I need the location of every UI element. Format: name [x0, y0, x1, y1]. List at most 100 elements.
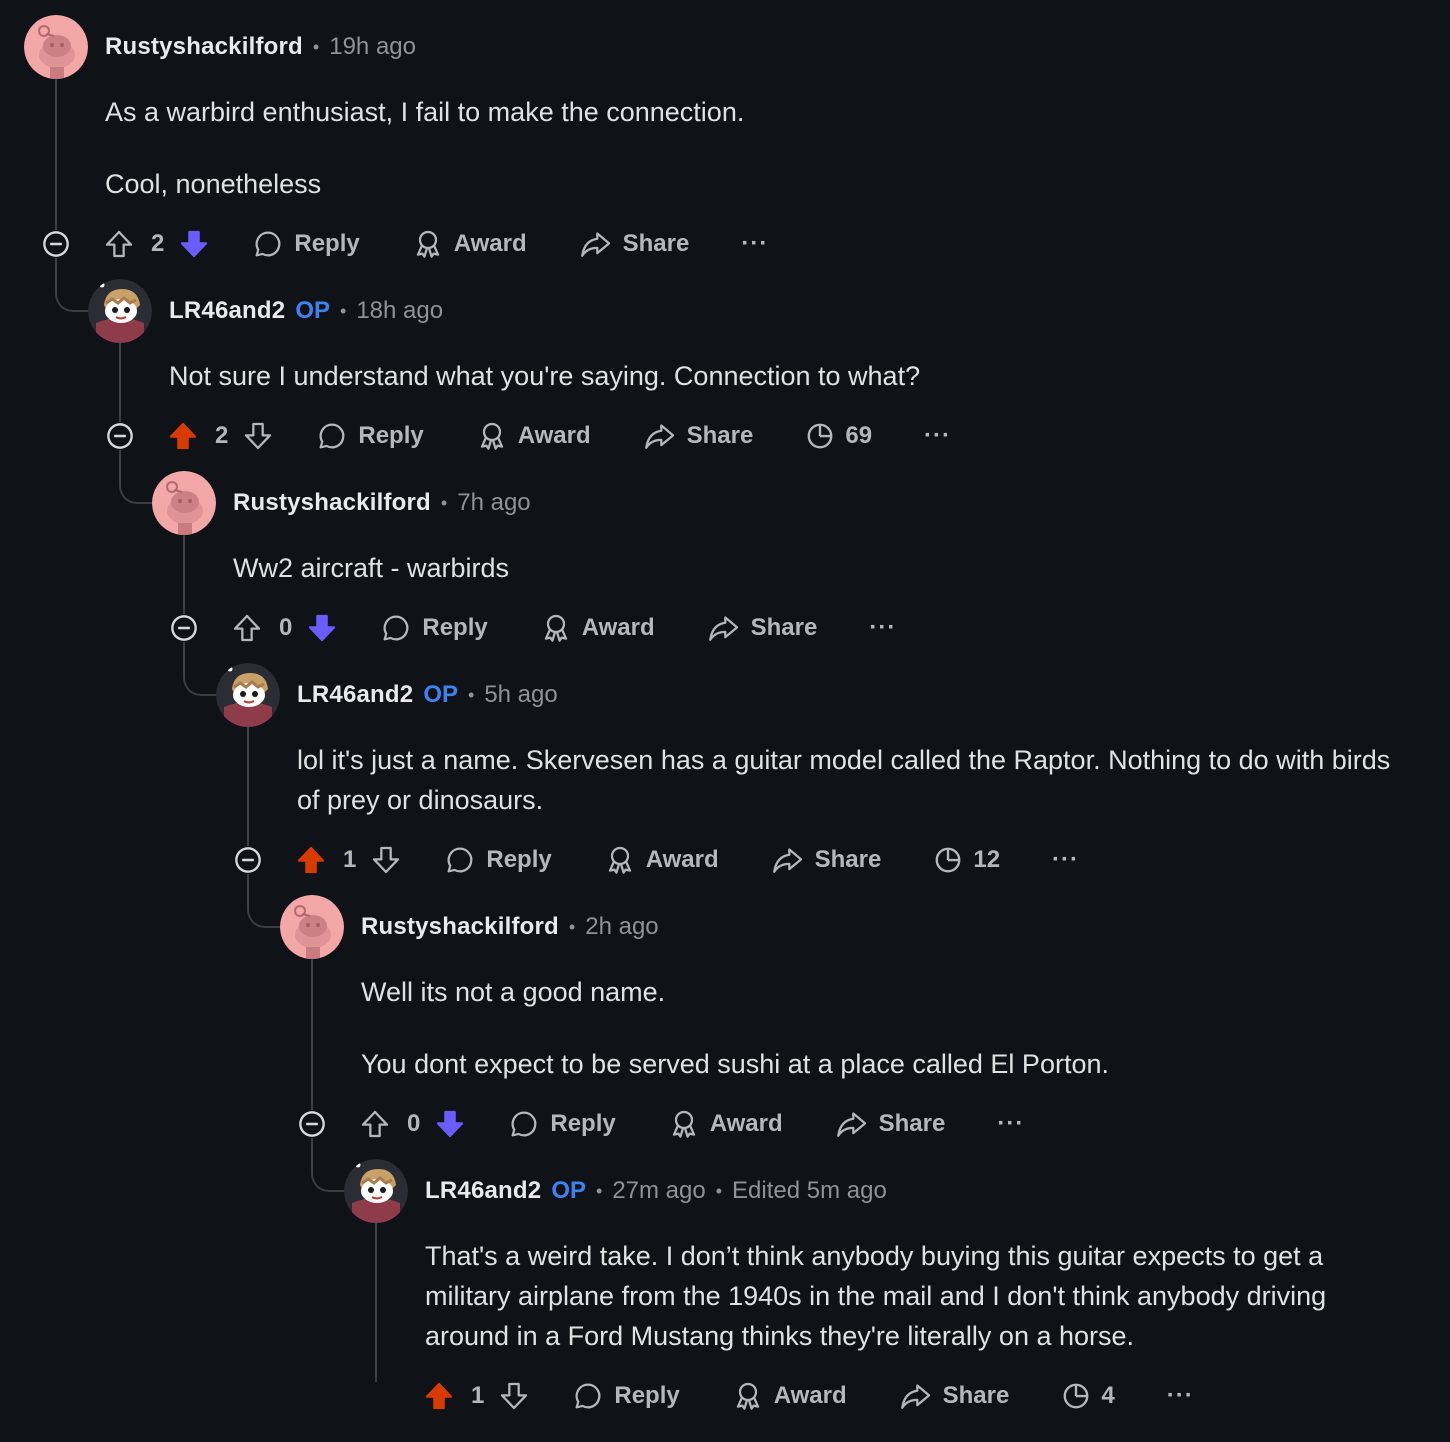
- award-button[interactable]: Award: [668, 1108, 783, 1140]
- arrow-down-icon[interactable]: [434, 1108, 466, 1140]
- reply-button[interactable]: Reply: [508, 1108, 616, 1140]
- collapse-icon[interactable]: [106, 422, 134, 450]
- user-avatar[interactable]: [216, 663, 280, 727]
- vote-score: 1: [471, 1382, 485, 1409]
- op-badge: OP: [295, 297, 330, 324]
- views-button[interactable]: 12: [933, 845, 1000, 875]
- award-button[interactable]: Award: [412, 228, 527, 260]
- speech-bubble-icon: [316, 420, 348, 452]
- separator-dot: •: [715, 1180, 723, 1201]
- share-label: Share: [878, 1110, 946, 1137]
- reply-button[interactable]: Reply: [444, 844, 552, 876]
- share-button[interactable]: Share: [707, 612, 818, 644]
- arrow-down-icon[interactable]: [178, 228, 210, 260]
- author-name[interactable]: Rustyshackilford: [361, 913, 559, 941]
- op-badge: OP: [551, 1177, 586, 1204]
- arrow-up-icon[interactable]: [423, 1380, 455, 1412]
- reply-label: Reply: [422, 614, 488, 641]
- timestamp[interactable]: 2h ago: [585, 913, 658, 941]
- thread-connector: [55, 258, 91, 312]
- share-button[interactable]: Share: [771, 844, 882, 876]
- arrow-up-icon[interactable]: [359, 1108, 391, 1140]
- author-name[interactable]: LR46and2: [169, 297, 285, 325]
- user-avatar[interactable]: [88, 279, 152, 343]
- separator-dot: •: [568, 916, 576, 937]
- more-options-button[interactable]: ···: [741, 230, 768, 258]
- more-options-button[interactable]: ···: [1167, 1382, 1194, 1410]
- share-arrow-icon: [771, 844, 805, 876]
- comment-actions: 2 Reply Award Share ···: [103, 224, 768, 264]
- collapse-icon[interactable]: [234, 846, 262, 874]
- comment-body: Not sure I understand what you're saying…: [169, 356, 1410, 396]
- award-ribbon-icon: [540, 612, 572, 644]
- views-count: 4: [1101, 1382, 1115, 1409]
- arrow-down-icon[interactable]: [306, 612, 338, 644]
- award-button[interactable]: Award: [540, 612, 655, 644]
- arrow-down-icon[interactable]: [242, 420, 274, 452]
- ellipsis-icon: ···: [1052, 846, 1080, 873]
- award-button[interactable]: Award: [604, 844, 719, 876]
- share-arrow-icon: [643, 420, 677, 452]
- more-options-button[interactable]: ···: [869, 614, 896, 642]
- award-ribbon-icon: [476, 420, 508, 452]
- collapse-icon[interactable]: [298, 1110, 326, 1138]
- award-ribbon-icon: [668, 1108, 700, 1140]
- timestamp[interactable]: 18h ago: [356, 297, 443, 325]
- share-arrow-icon: [579, 228, 613, 260]
- user-avatar[interactable]: [152, 471, 216, 535]
- share-label: Share: [750, 614, 818, 641]
- more-options-button[interactable]: ···: [997, 1110, 1024, 1138]
- ellipsis-icon: ···: [924, 422, 952, 449]
- award-button[interactable]: Award: [476, 420, 591, 452]
- vote-score: 0: [407, 1110, 421, 1137]
- share-button[interactable]: Share: [643, 420, 754, 452]
- share-label: Share: [686, 422, 754, 449]
- award-ribbon-icon: [412, 228, 444, 260]
- user-avatar[interactable]: [344, 1159, 408, 1223]
- share-button[interactable]: Share: [579, 228, 689, 260]
- comment-actions: 0 Reply Award Share ···: [231, 608, 896, 648]
- speech-bubble-icon: [252, 228, 284, 260]
- timestamp[interactable]: 5h ago: [484, 681, 557, 709]
- views-button[interactable]: 69: [805, 421, 872, 451]
- author-name[interactable]: Rustyshackilford: [233, 489, 431, 517]
- timestamp[interactable]: 7h ago: [457, 489, 530, 517]
- edited-label: Edited 5m ago: [732, 1177, 887, 1204]
- author-name[interactable]: LR46and2: [297, 681, 413, 709]
- share-label: Share: [814, 846, 882, 873]
- reply-button[interactable]: Reply: [380, 612, 488, 644]
- separator-dot: •: [340, 300, 347, 321]
- author-name[interactable]: LR46and2: [425, 1177, 541, 1205]
- comment-paragraph: Well its not a good name.: [361, 977, 666, 1007]
- share-button[interactable]: Share: [899, 1380, 1009, 1412]
- award-button[interactable]: Award: [732, 1380, 847, 1412]
- collapse-icon[interactable]: [42, 230, 70, 258]
- collapse-icon[interactable]: [170, 614, 198, 642]
- reply-button[interactable]: Reply: [316, 420, 424, 452]
- arrow-down-icon[interactable]: [498, 1380, 530, 1412]
- author-name[interactable]: Rustyshackilford: [105, 33, 303, 61]
- more-options-button[interactable]: ···: [924, 422, 951, 450]
- thread-line: [311, 959, 313, 1110]
- reply-label: Reply: [358, 422, 424, 449]
- thread-line: [247, 727, 249, 846]
- vote-score: 0: [279, 614, 293, 641]
- arrow-down-icon[interactable]: [370, 844, 402, 876]
- op-badge: OP: [423, 681, 458, 708]
- reply-button[interactable]: Reply: [252, 228, 360, 260]
- ellipsis-icon: ···: [869, 614, 897, 641]
- thread-line: [375, 1223, 377, 1382]
- separator-dot: •: [468, 684, 475, 705]
- arrow-up-icon[interactable]: [295, 844, 327, 876]
- user-avatar[interactable]: [24, 15, 88, 79]
- user-avatar[interactable]: [280, 895, 344, 959]
- views-button[interactable]: 4: [1061, 1381, 1115, 1411]
- share-button[interactable]: Share: [835, 1108, 946, 1140]
- arrow-up-icon[interactable]: [167, 420, 199, 452]
- timestamp[interactable]: 27m ago: [612, 1177, 705, 1205]
- arrow-up-icon[interactable]: [231, 612, 263, 644]
- timestamp[interactable]: 19h ago: [329, 33, 416, 61]
- reply-button[interactable]: Reply: [572, 1380, 680, 1412]
- more-options-button[interactable]: ···: [1052, 846, 1079, 874]
- arrow-up-icon[interactable]: [103, 228, 135, 260]
